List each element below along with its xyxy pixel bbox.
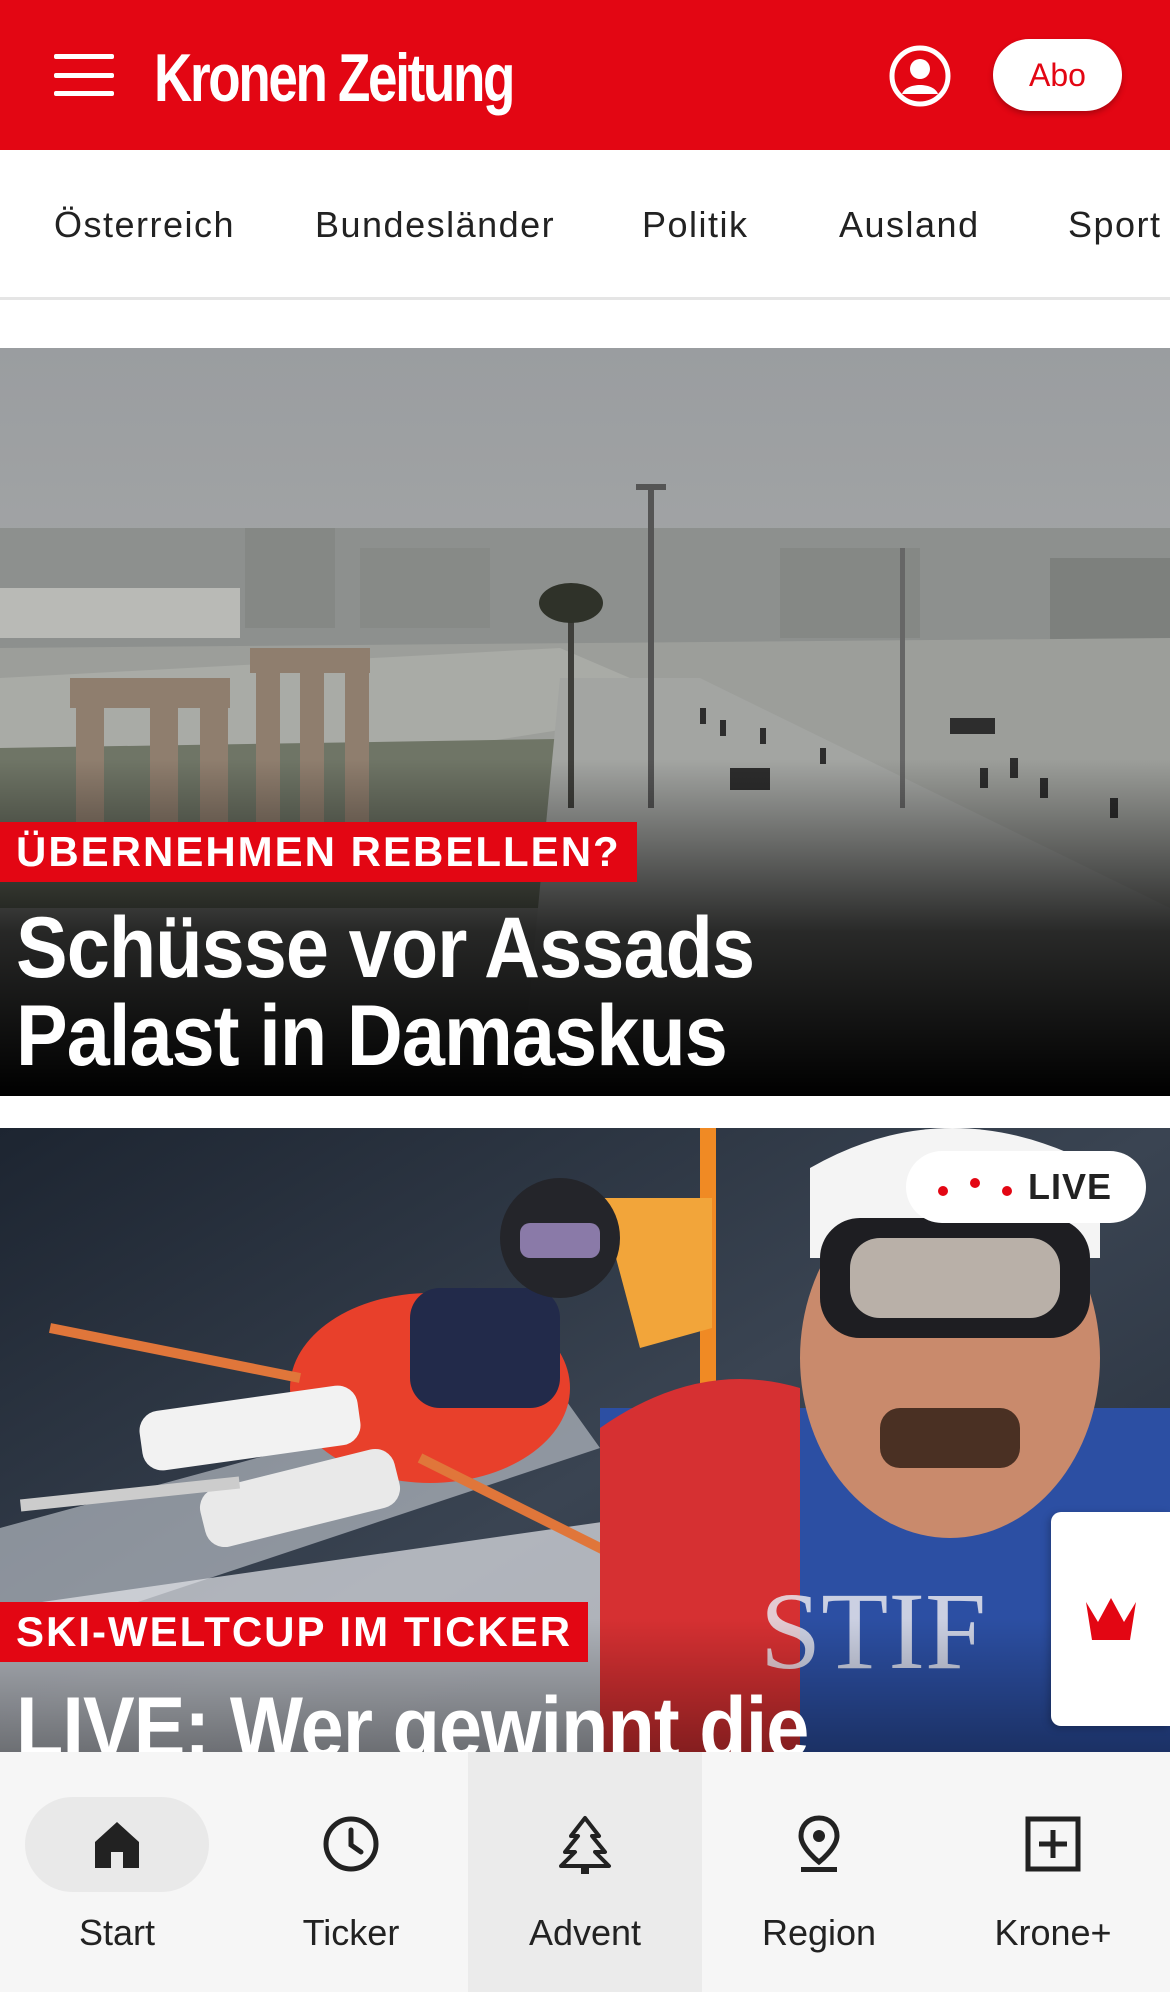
article-teaser-ski-weltcup[interactable]: STIF LIVE SKI-WELTCUP IM TICKER LIVE: We… [0,1128,1170,1828]
category-ausland[interactable]: Ausland [839,204,980,246]
nav-region-label: Region [761,1912,877,1953]
nav-advent-label: Advent [528,1912,642,1953]
article-kicker: ÜBERNEHMEN REBELLEN? [0,822,637,882]
article-teaser-damascus[interactable]: ÜBERNEHMEN REBELLEN? Schüsse vor Assads … [0,348,1170,1096]
nav-advent[interactable]: Advent [468,1752,702,1992]
category-oesterreich[interactable]: Österreich [54,204,235,246]
nav-ticker-label: Ticker [302,1912,400,1953]
category-politik[interactable]: Politik [642,204,749,246]
nav-krone-plus-label: Krone+ [994,1912,1112,1953]
top-header: Kronen Zeitung Abo [0,0,1170,150]
location-pin-icon [798,1815,840,1872]
spacer [0,300,1170,348]
abo-button[interactable]: Abo [993,39,1122,111]
plus-box-icon [1025,1816,1081,1872]
category-nav: Österreich Bundesländer Politik Ausland … [0,150,1170,300]
bottom-navigation: Start Ticker Advent Region Krone+ [0,1752,1170,1992]
home-icon [95,1822,139,1868]
nav-region[interactable]: Region [702,1752,936,1992]
clock-icon [323,1816,379,1872]
crown-icon [1085,1598,1136,1640]
menu-icon[interactable] [54,54,114,96]
category-bundeslaender[interactable]: Bundesländer [315,204,555,246]
nav-start[interactable]: Start [0,1752,234,1992]
live-label: LIVE [1028,1166,1113,1207]
nav-start-label: Start [78,1912,156,1953]
krone-plus-tab[interactable] [1051,1512,1170,1726]
tree-icon [559,1816,611,1874]
account-icon[interactable] [888,44,952,108]
live-badge: LIVE [906,1151,1146,1223]
nav-krone-plus[interactable]: Krone+ [936,1752,1170,1992]
article-kicker: SKI-WELTCUP IM TICKER [0,1602,589,1662]
article-headline-line2: Palast in Damaskus [16,988,728,1084]
article-headline-line1: Schüsse vor Assads [16,900,755,996]
live-dots-icon [936,1172,1016,1202]
site-logo[interactable]: Kronen Zeitung [154,38,515,118]
nav-ticker[interactable]: Ticker [234,1752,468,1992]
category-sport[interactable]: Sport [1068,204,1162,246]
